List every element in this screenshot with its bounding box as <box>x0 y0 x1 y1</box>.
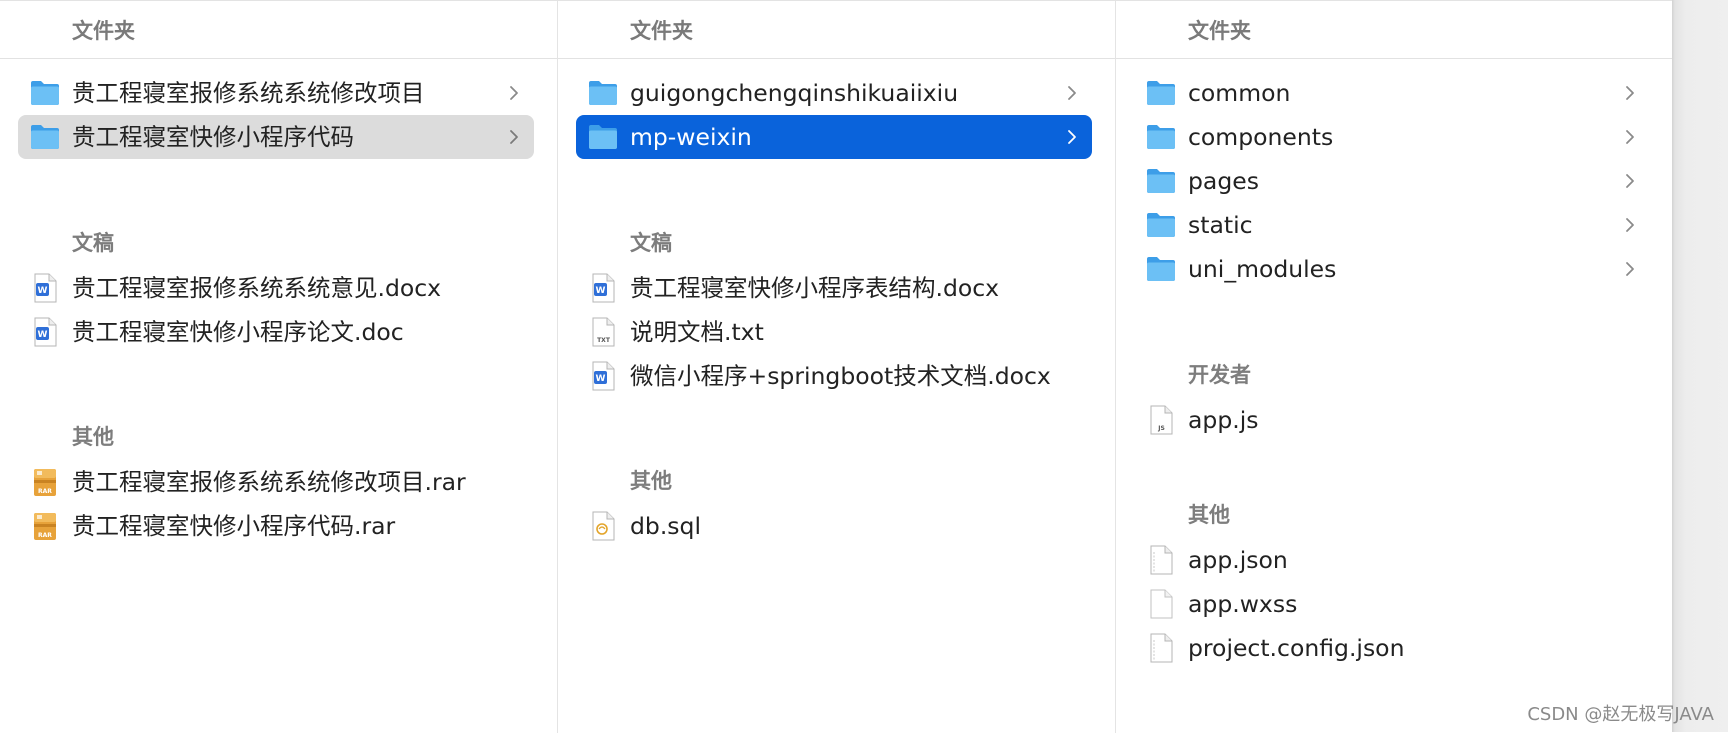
js-file-icon-label: JS <box>1157 425 1165 432</box>
folder-name: guigongchengqinshikuaiixiu <box>630 71 958 115</box>
section-label: 文稿 <box>630 227 672 257</box>
finder-window: 文件夹 贵工程寝室报修系统系统修改项目 贵工程寝室快修小程序代码 文稿 W 贵工… <box>0 0 1672 732</box>
folder-row-selected[interactable]: 贵工程寝室快修小程序代码 <box>18 115 534 159</box>
file-row[interactable]: RAR 贵工程寝室快修小程序代码.rar <box>18 504 534 548</box>
folder-icon <box>29 77 61 109</box>
folder-row[interactable]: static <box>1134 203 1650 247</box>
folder-icon <box>1145 121 1177 153</box>
word-doc-icon-letter: W <box>596 286 606 296</box>
word-doc-icon: W <box>587 360 619 392</box>
folder-icon <box>1145 253 1177 285</box>
section-label: 其他 <box>72 421 114 451</box>
blank-file-icon <box>1145 588 1177 620</box>
file-name: app.js <box>1188 398 1258 442</box>
chevron-right-icon <box>1066 127 1078 147</box>
file-name: 贵工程寝室快修小程序代码.rar <box>72 504 395 548</box>
folder-icon <box>1145 209 1177 241</box>
folder-name: pages <box>1188 159 1259 203</box>
folder-icon <box>587 121 619 153</box>
folder-icon <box>1145 165 1177 197</box>
chevron-right-icon <box>1624 215 1636 235</box>
file-name: 贵工程寝室报修系统系统意见.docx <box>72 266 441 310</box>
word-doc-icon: W <box>29 316 61 348</box>
file-row[interactable]: RAR 贵工程寝室报修系统系统修改项目.rar <box>18 460 534 504</box>
file-row[interactable]: W 贵工程寝室报修系统系统意见.docx <box>18 266 534 310</box>
word-doc-icon-letter: W <box>596 374 606 384</box>
file-row[interactable]: db.sql <box>576 504 1092 548</box>
folder-row[interactable]: pages <box>1134 159 1650 203</box>
column-1[interactable]: 文件夹 贵工程寝室报修系统系统修改项目 贵工程寝室快修小程序代码 文稿 W 贵工… <box>0 1 557 733</box>
word-doc-icon-letter: W <box>38 330 48 340</box>
file-row[interactable]: W 贵工程寝室快修小程序表结构.docx <box>576 266 1092 310</box>
folder-name: components <box>1188 115 1333 159</box>
folder-row[interactable]: 贵工程寝室报修系统系统修改项目 <box>18 71 534 115</box>
section-label: 其他 <box>630 465 672 495</box>
sql-file-icon <box>587 510 619 542</box>
json-file-icon <box>1145 632 1177 664</box>
folder-icon <box>1145 77 1177 109</box>
folder-name: 贵工程寝室快修小程序代码 <box>72 115 354 159</box>
column-2[interactable]: 文件夹 guigongchengqinshikuaiixiu mp-weixin… <box>557 1 1114 733</box>
file-row[interactable]: JS app.js <box>1134 398 1650 442</box>
folder-name: 贵工程寝室报修系统系统修改项目 <box>72 71 425 115</box>
file-name: app.json <box>1188 538 1288 582</box>
folder-row[interactable]: common <box>1134 71 1650 115</box>
js-file-icon: JS <box>1145 404 1177 436</box>
chevron-right-icon <box>508 127 520 147</box>
folder-row[interactable]: guigongchengqinshikuaiixiu <box>576 71 1092 115</box>
file-row[interactable]: app.wxss <box>1134 582 1650 626</box>
rar-archive-icon: RAR <box>29 466 61 498</box>
column-header: 文件夹 <box>1116 1 1672 59</box>
column-3[interactable]: 文件夹 common components pages static uni_m… <box>1115 1 1672 733</box>
chevron-right-icon <box>1624 83 1636 103</box>
file-row[interactable]: app.json <box>1134 538 1650 582</box>
file-name: 说明文档.txt <box>630 310 764 354</box>
column-header: 文件夹 <box>558 1 1114 59</box>
file-name: project.config.json <box>1188 626 1404 670</box>
rar-archive-icon-label: RAR <box>38 532 52 539</box>
word-doc-icon-letter: W <box>38 286 48 296</box>
chevron-right-icon <box>1624 127 1636 147</box>
file-row[interactable]: project.config.json <box>1134 626 1650 670</box>
file-name: 贵工程寝室快修小程序表结构.docx <box>630 266 999 310</box>
word-doc-icon: W <box>29 272 61 304</box>
folder-name: static <box>1188 203 1253 247</box>
chevron-right-icon <box>1624 259 1636 279</box>
file-row[interactable]: TXT 说明文档.txt <box>576 310 1092 354</box>
txt-file-icon: TXT <box>587 316 619 348</box>
section-label: 文稿 <box>72 227 114 257</box>
json-file-icon <box>1145 544 1177 576</box>
column-header: 文件夹 <box>0 1 557 59</box>
rar-archive-icon-label: RAR <box>38 488 52 495</box>
folder-row[interactable]: components <box>1134 115 1650 159</box>
file-name: db.sql <box>630 504 701 548</box>
file-row[interactable]: W 微信小程序+springboot技术文档.docx <box>576 354 1092 398</box>
txt-file-icon-label: TXT <box>597 337 611 344</box>
word-doc-icon: W <box>587 272 619 304</box>
rar-archive-icon: RAR <box>29 510 61 542</box>
folder-icon <box>29 121 61 153</box>
folder-row-selected[interactable]: mp-weixin <box>576 115 1092 159</box>
file-name: 贵工程寝室快修小程序论文.doc <box>72 310 404 354</box>
folder-name: uni_modules <box>1188 247 1336 291</box>
folder-name: mp-weixin <box>630 115 752 159</box>
file-row[interactable]: W 贵工程寝室快修小程序论文.doc <box>18 310 534 354</box>
folder-row[interactable]: uni_modules <box>1134 247 1650 291</box>
chevron-right-icon <box>1624 171 1636 191</box>
window-edge <box>1672 0 1728 732</box>
chevron-right-icon <box>508 83 520 103</box>
watermark: CSDN @赵无极写JAVA <box>1527 700 1714 726</box>
file-name: app.wxss <box>1188 582 1297 626</box>
file-name: 微信小程序+springboot技术文档.docx <box>630 354 1051 398</box>
file-name: 贵工程寝室报修系统系统修改项目.rar <box>72 460 466 504</box>
chevron-right-icon <box>1066 83 1078 103</box>
folder-icon <box>587 77 619 109</box>
section-label: 其他 <box>1188 499 1230 529</box>
folder-name: common <box>1188 71 1290 115</box>
section-label: 开发者 <box>1188 359 1251 389</box>
